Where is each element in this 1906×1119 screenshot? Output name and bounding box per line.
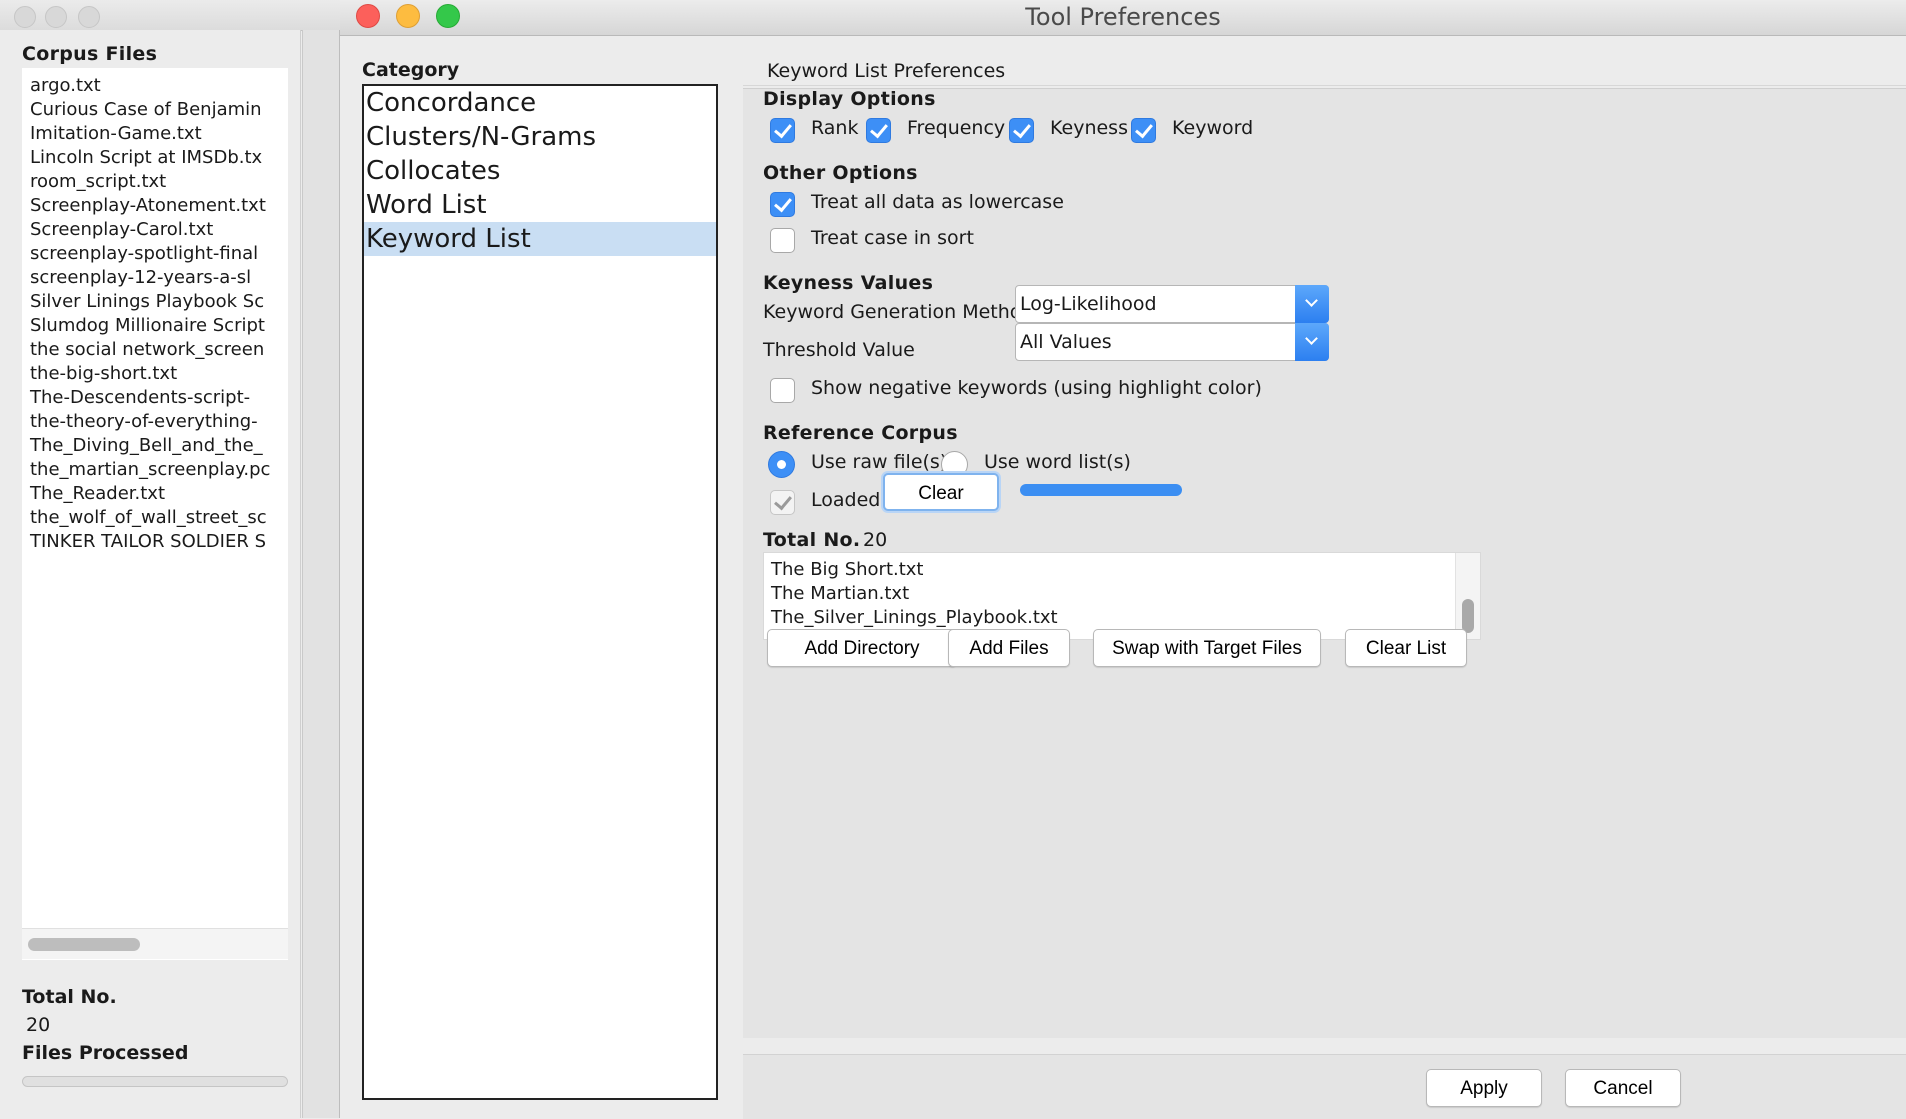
corpus-file-item[interactable]: the_martian_screenplay.pc <box>22 458 288 482</box>
display-options-title: Display Options <box>763 88 936 110</box>
files-processed-progress <box>22 1076 288 1087</box>
reference-load-progress <box>1020 484 1182 496</box>
rank-label[interactable]: Rank <box>811 117 858 139</box>
word-lists-label[interactable]: Use word list(s) <box>984 451 1131 473</box>
window-title: Tool Preferences <box>1025 3 1221 31</box>
lowercase-label[interactable]: Treat all data as lowercase <box>811 191 1064 213</box>
threshold-label: Threshold Value <box>763 339 915 361</box>
swap-target-files-button[interactable]: Swap with Target Files <box>1093 629 1321 667</box>
bg-minimize-light[interactable] <box>45 6 67 28</box>
negative-keywords-label[interactable]: Show negative keywords (using highlight … <box>811 377 1262 399</box>
keyness-label[interactable]: Keyness <box>1050 117 1128 139</box>
corpus-file-item[interactable]: The_Diving_Bell_and_the_ <box>22 434 288 458</box>
corpus-file-item[interactable]: the-big-short.txt <box>22 362 288 386</box>
loaded-checkbox <box>770 490 795 515</box>
reference-file-item[interactable]: The Big Short.txt <box>764 558 1480 582</box>
reference-list-scrollbar[interactable] <box>1455 553 1480 639</box>
corpus-file-item[interactable]: The_Reader.txt <box>22 482 288 506</box>
category-header: Category <box>362 59 460 81</box>
corpus-files-heading: Corpus Files <box>22 43 158 65</box>
clear-list-button[interactable]: Clear List <box>1345 629 1467 667</box>
category-list[interactable]: Concordance Clusters/N-Grams Collocates … <box>362 84 718 1100</box>
reference-total-label: Total No. <box>763 529 861 551</box>
corpus-file-item[interactable]: Screenplay-Carol.txt <box>22 218 288 242</box>
chevron-down-icon[interactable] <box>1295 285 1329 323</box>
clear-button[interactable]: Clear <box>883 473 999 511</box>
reference-file-item[interactable]: The_Silver_Linings_Playbook.txt <box>764 606 1480 630</box>
tool-preferences-dialog: Tool Preferences Category Concordance Cl… <box>340 0 1906 1119</box>
corpus-file-item[interactable]: the_wolf_of_wall_street_sc <box>22 506 288 530</box>
corpus-file-item[interactable]: The-Descendents-script- <box>22 386 288 410</box>
loaded-label: Loaded <box>811 489 881 511</box>
corpus-file-item[interactable]: argo.txt <box>22 74 288 98</box>
generation-method-label: Keyword Generation Method <box>763 301 1034 323</box>
reference-corpus-title: Reference Corpus <box>763 422 958 444</box>
keyword-label[interactable]: Keyword <box>1172 117 1253 139</box>
corpus-file-item[interactable]: Lincoln Script at IMSDb.tx <box>22 146 288 170</box>
cancel-button[interactable]: Cancel <box>1565 1069 1681 1107</box>
corpus-total-value: 20 <box>26 1014 51 1036</box>
chevron-down-icon[interactable] <box>1295 323 1329 361</box>
corpus-file-item[interactable]: room_script.txt <box>22 170 288 194</box>
reference-total-value: 20 <box>863 529 888 551</box>
frequency-label[interactable]: Frequency <box>907 117 1005 139</box>
case-in-sort-checkbox[interactable] <box>770 228 795 253</box>
bg-close-light[interactable] <box>14 6 36 28</box>
corpus-file-item[interactable]: Screenplay-Atonement.txt <box>22 194 288 218</box>
corpus-file-item[interactable]: Imitation-Game.txt <box>22 122 288 146</box>
corpus-files-list[interactable]: argo.txt Curious Case of Benjamin Imitat… <box>22 68 288 960</box>
background-window-titlebar <box>0 0 340 31</box>
corpus-file-item[interactable]: TINKER TAILOR SOLDIER S <box>22 530 288 554</box>
corpus-file-item[interactable]: the-theory-of-everything- <box>22 410 288 434</box>
corpus-horizontal-scrollbar[interactable] <box>22 928 288 959</box>
corpus-total-label: Total No. <box>22 986 117 1008</box>
rank-checkbox[interactable] <box>770 118 795 143</box>
keyword-checkbox[interactable] <box>1131 118 1156 143</box>
category-item-word-list[interactable]: Word List <box>364 188 716 222</box>
preferences-tab-label: Keyword List Preferences <box>743 56 1906 86</box>
corpus-file-item[interactable]: screenplay-spotlight-final <box>22 242 288 266</box>
negative-keywords-checkbox[interactable] <box>770 378 795 403</box>
reference-file-item[interactable]: The Martian.txt <box>764 582 1480 606</box>
generation-method-value: Log-Likelihood <box>1020 293 1157 315</box>
category-item-concordance[interactable]: Concordance <box>364 86 716 120</box>
files-processed-label: Files Processed <box>22 1042 189 1064</box>
bg-maximize-light[interactable] <box>78 6 100 28</box>
scrollbar-thumb[interactable] <box>28 938 140 951</box>
category-item-collocates[interactable]: Collocates <box>364 154 716 188</box>
panel-divider[interactable] <box>302 30 340 1118</box>
corpus-file-item[interactable]: Silver Linings Playbook Sc <box>22 290 288 314</box>
category-item-keyword-list[interactable]: Keyword List <box>364 222 716 256</box>
keyness-values-title: Keyness Values <box>763 272 934 294</box>
scrollbar-thumb[interactable] <box>1462 599 1474 633</box>
case-in-sort-label[interactable]: Treat case in sort <box>811 227 974 249</box>
threshold-value: All Values <box>1020 331 1112 353</box>
raw-files-radio[interactable] <box>768 451 795 478</box>
generation-method-select[interactable]: Log-Likelihood <box>1015 285 1329 323</box>
preferences-panel: Display Options Rank Frequency Keyness K… <box>743 88 1906 1038</box>
corpus-file-item[interactable]: Slumdog Millionaire Script <box>22 314 288 338</box>
corpus-file-item[interactable]: Curious Case of Benjamin <box>22 98 288 122</box>
keyness-checkbox[interactable] <box>1009 118 1034 143</box>
frequency-checkbox[interactable] <box>866 118 891 143</box>
add-directory-button[interactable]: Add Directory <box>767 629 957 667</box>
corpus-file-item[interactable]: screenplay-12-years-a-sl <box>22 266 288 290</box>
dialog-footer: Apply Cancel <box>743 1054 1906 1119</box>
reference-files-list[interactable]: The Big Short.txt The Martian.txt The_Si… <box>763 552 1481 640</box>
threshold-select[interactable]: All Values <box>1015 323 1329 361</box>
dialog-titlebar: Tool Preferences <box>340 0 1906 36</box>
lowercase-checkbox[interactable] <box>770 192 795 217</box>
category-item-clusters[interactable]: Clusters/N-Grams <box>364 120 716 154</box>
corpus-file-item[interactable]: the social network_screen <box>22 338 288 362</box>
apply-button[interactable]: Apply <box>1426 1069 1542 1107</box>
add-files-button[interactable]: Add Files <box>948 629 1070 667</box>
raw-files-label[interactable]: Use raw file(s) <box>811 451 947 473</box>
other-options-title: Other Options <box>763 162 918 184</box>
